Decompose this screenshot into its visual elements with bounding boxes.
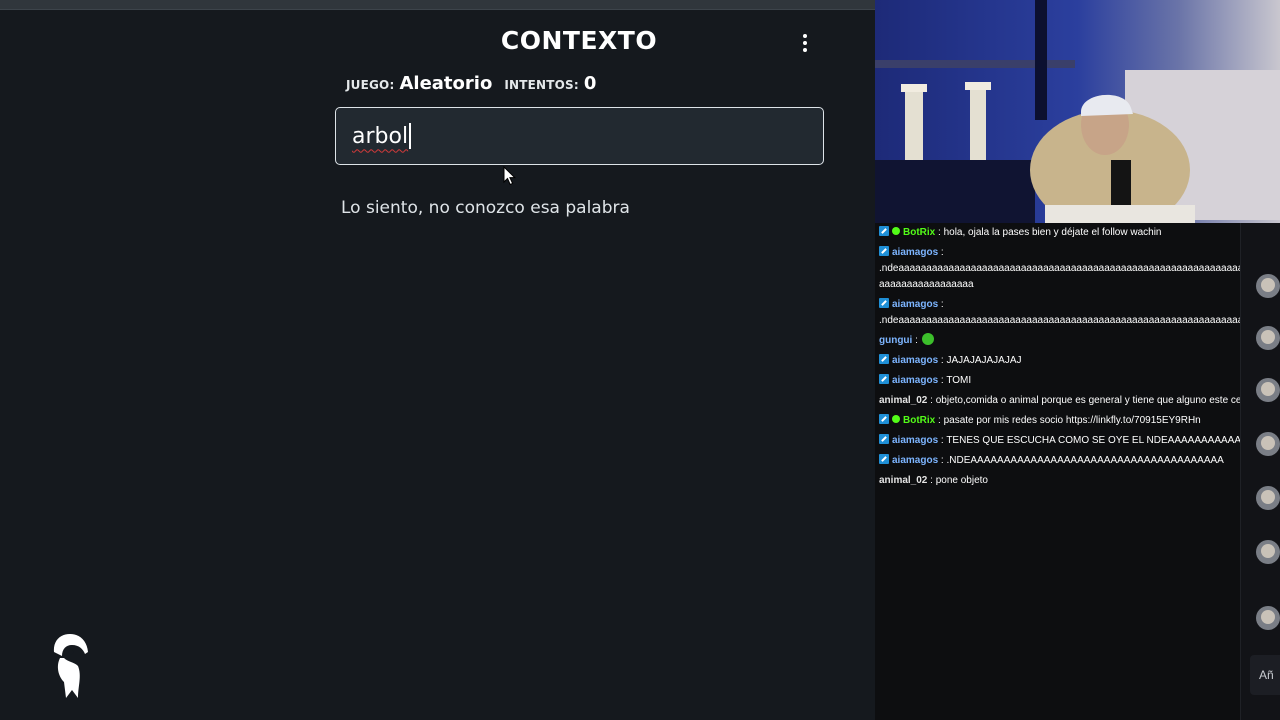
- chat-message: aiamagos : .ndeaaaaaaaaaaaaaaaaaaaaaaaaa…: [879, 246, 1272, 290]
- chat-text: .ndeaaaaaaaaaaaaaaaaaaaaaaaaaaaaaaaaaaaa…: [879, 263, 1272, 290]
- chat-username[interactable]: animal_02: [879, 395, 927, 406]
- chat-text: objeto,comida o animal porque es general…: [935, 395, 1256, 406]
- chat-message: aiamagos : TOMI: [879, 371, 1275, 391]
- avatar[interactable]: [1256, 606, 1280, 630]
- chat-text: hola, ojala la pases bien y déjate el fo…: [943, 227, 1162, 238]
- game-stats: JUEGO: Aleatorio INTENTOS: 0: [346, 73, 596, 94]
- unknown-word-message: Lo siento, no conozco esa palabra: [341, 198, 630, 218]
- moderator-badge-icon: [879, 374, 889, 384]
- chat-text: pone objeto: [935, 475, 988, 486]
- moderator-badge-icon: [879, 434, 889, 444]
- verified-icon: [892, 415, 900, 423]
- game-panel: CONTEXTO JUEGO: Aleatorio INTENTOS: 0 ar…: [0, 0, 875, 720]
- attempts-label: INTENTOS:: [504, 78, 579, 92]
- more-vertical-icon[interactable]: [796, 32, 816, 56]
- mouse-pointer-icon: [503, 166, 517, 186]
- chat-message: animal_02 : objeto,comida o animal porqu…: [879, 395, 1256, 406]
- moderator-badge-icon: [879, 354, 889, 364]
- moderator-badge-icon: [879, 298, 889, 308]
- chat-message: BotRix : hola, ojala la pases bien y déj…: [879, 223, 1275, 243]
- chat-message: gungui :: [879, 331, 1275, 351]
- viewer-avatar-rail: [1240, 223, 1280, 720]
- chat-panel: BotRix : hola, ojala la pases bien y déj…: [875, 223, 1280, 720]
- word-input-value: arbol: [352, 123, 409, 149]
- chat-username[interactable]: aiamagos: [892, 355, 938, 366]
- chat-username[interactable]: aiamagos: [892, 247, 938, 258]
- chat-username[interactable]: aiamagos: [892, 299, 938, 310]
- avatar[interactable]: [1256, 432, 1280, 456]
- chat-username[interactable]: gungui: [879, 335, 912, 346]
- chat-message: aiamagos : .NDEAAAAAAAAAAAAAAAAAAAAAAAAA…: [879, 451, 1275, 471]
- chat-message: aiamagos : TENES QUE ESCUCHA COMO SE OYE…: [879, 431, 1275, 451]
- moderator-badge-icon: [879, 414, 889, 424]
- verified-icon: [892, 227, 900, 235]
- chat-username[interactable]: aiamagos: [892, 435, 938, 446]
- avatar[interactable]: [1256, 378, 1280, 402]
- text-caret: [409, 123, 412, 149]
- chat-username[interactable]: aiamagos: [892, 375, 938, 386]
- moderator-badge-icon: [879, 226, 889, 236]
- chat-username[interactable]: BotRix: [903, 415, 935, 426]
- chat-message: BotRix : pasate por mis redes socio http…: [879, 411, 1275, 431]
- avatar[interactable]: [1256, 274, 1280, 298]
- mode-label: JUEGO:: [346, 78, 395, 92]
- chat-message: animal_02 : pone objeto: [879, 475, 988, 486]
- emote-icon: [921, 333, 934, 345]
- moderator-badge-icon: [879, 246, 889, 256]
- chat-text: .NDEAAAAAAAAAAAAAAAAAAAAAAAAAAAAAAAAAAAA…: [946, 455, 1224, 466]
- chat-username[interactable]: BotRix: [903, 227, 935, 238]
- avatar[interactable]: [1256, 540, 1280, 564]
- chat-text: TOMI: [946, 375, 972, 386]
- toucan-logo-icon: [53, 634, 88, 698]
- avatar[interactable]: [1256, 486, 1280, 510]
- chat-username[interactable]: animal_02: [879, 475, 927, 486]
- add-tab-button[interactable]: Añ: [1250, 655, 1280, 695]
- chat-text: JAJAJAJAJAJAJ: [946, 355, 1022, 366]
- webcam-feed: [875, 0, 1280, 223]
- chat-text: pasate por mis redes socio https://linkf…: [943, 415, 1201, 426]
- chat-message: aiamagos : JAJAJAJAJAJAJ: [879, 351, 1275, 371]
- mode-value: Aleatorio: [399, 73, 493, 94]
- avatar[interactable]: [1256, 326, 1280, 350]
- chat-message-list[interactable]: BotRix : hola, ojala la pases bien y déj…: [879, 223, 1275, 491]
- attempts-value: 0: [583, 73, 597, 94]
- chat-username[interactable]: aiamagos: [892, 455, 938, 466]
- chat-message: aiamagos : .ndeaaaaaaaaaaaaaaaaaaaaaaaaa…: [879, 298, 1244, 326]
- browser-top-bar: [0, 0, 875, 10]
- moderator-badge-icon: [879, 454, 889, 464]
- chat-text: .ndeaaaaaaaaaaaaaaaaaaaaaaaaaaaaaaaaaaaa…: [879, 315, 1244, 326]
- word-input[interactable]: arbol: [335, 107, 824, 165]
- chat-text: TENES QUE ESCUCHA COMO SE OYE EL NDEAAAA…: [946, 435, 1268, 446]
